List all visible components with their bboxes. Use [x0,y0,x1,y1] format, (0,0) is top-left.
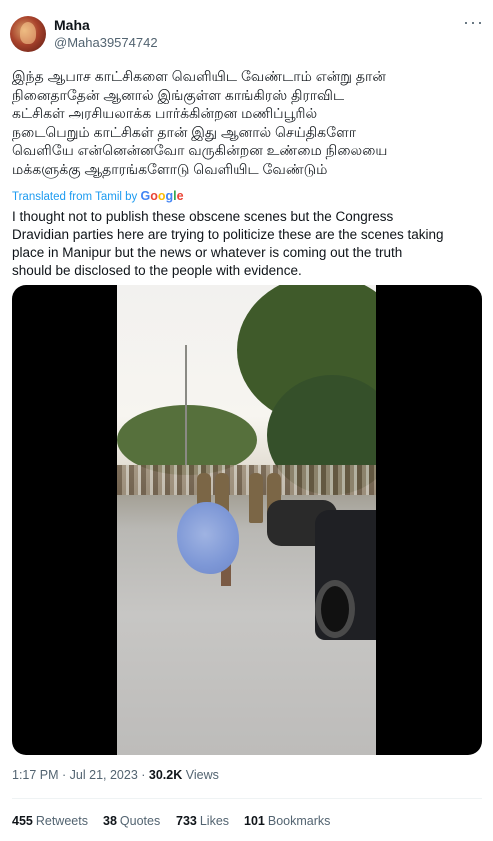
tweet-text-line: நடைபெறும் காட்சிகள் தான் இது ஆனால் செய்த… [12,123,357,140]
quotes-stat[interactable]: 38 Quotes [103,814,160,828]
tweet-text-line: மக்களுக்கு ஆதாரங்களோடு வெளியிட வேண்டும் [12,160,328,177]
retweets-label: Retweets [35,814,88,828]
tweet-time[interactable]: 1:17 PM [12,768,59,782]
divider [12,798,482,799]
tweet-text-line: should be disclosed to the people with e… [12,263,302,278]
google-logo: Google [140,189,184,203]
likes-count: 733 [176,814,197,828]
quotes-label: Quotes [119,814,161,828]
views-count: 30.2K [148,768,183,782]
tweet-text-line: I thought not to publish these obscene s… [12,209,394,224]
author-name[interactable]: Maha [54,17,90,33]
police-figure [249,473,263,523]
tweet-text-line: place in Manipur but the news or whateve… [12,245,403,260]
retweets-count: 455 [12,814,33,828]
tweet-card: Maha @Maha39574742 ··· இந்த ஆபாச காட்சிக… [0,0,493,841]
tweet-text-line: வெளியே என்னென்னவோ வருகின்றன உண்மை நிலையை [12,142,388,158]
translation-attribution[interactable]: Translated from Tamil by Google [12,189,184,203]
video-player[interactable] [12,285,482,755]
tweet-meta: 1:17 PM · Jul 21, 2023 · 30.2K Views [12,768,219,782]
tweet-date[interactable]: Jul 21, 2023 [70,768,138,782]
tweet-text-line: இந்த ஆபாச காட்சிகளை வெளியிட வேண்டாம் என்… [12,68,386,84]
tweet-text-original: இந்த ஆபாச காட்சிகளை வெளியிட வேண்டாம் என்… [12,67,482,178]
author-handle[interactable]: @Maha39574742 [54,35,158,50]
video-frame[interactable] [117,285,376,755]
street-pole [185,345,187,465]
views-label: Views [185,768,219,782]
tweet-text-line: கட்சிகள் அரசியலாக்க பார்க்கின்றன மணிப்பூ… [12,105,318,121]
meta-separator: · [137,768,149,782]
tweet-text-line: Dravidian parties here are trying to pol… [12,227,444,242]
retweets-stat[interactable]: 455 Retweets [12,814,88,828]
more-options-icon[interactable]: ··· [463,12,484,33]
quotes-count: 38 [103,814,117,828]
translation-label: Translated from Tamil by [12,191,138,203]
car-wheel [315,580,355,638]
bookmarks-stat[interactable]: 101 Bookmarks [244,814,330,828]
crowd [117,465,376,495]
likes-label: Likes [199,814,230,828]
bookmarks-count: 101 [244,814,265,828]
censor-blur [177,502,239,574]
avatar[interactable] [10,16,46,52]
bookmarks-label: Bookmarks [267,814,331,828]
tweet-text-line: நினைதாதேன் ஆனால் இங்குள்ள காங்கிரஸ் திரா… [12,86,345,103]
tweet-text-translated: I thought not to publish these obscene s… [12,208,487,280]
meta-separator: · [58,768,70,782]
likes-stat[interactable]: 733 Likes [176,814,229,828]
